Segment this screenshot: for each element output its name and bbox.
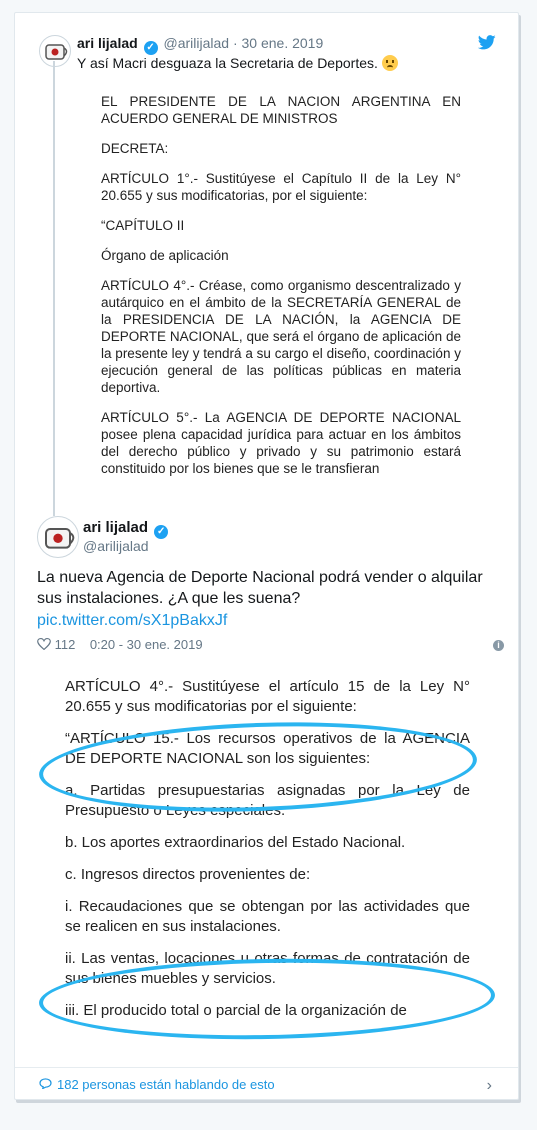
tweet-timestamp[interactable]: 0:20 - 30 ene. 2019 bbox=[90, 637, 203, 652]
thread-line bbox=[53, 61, 55, 516]
doc-paragraph: ARTÍCULO 4°.- Sustitúyese el artículo 15… bbox=[65, 678, 470, 715]
twitter-bird-icon[interactable] bbox=[478, 35, 496, 50]
doc-paragraph: ARTÍCULO 5°.- La AGENCIA DE DEPORTE NACI… bbox=[101, 410, 461, 476]
quoted-text: Y así Macri desguaza la Secretaria de De… bbox=[77, 55, 378, 71]
verified-badge-icon: ✓ bbox=[143, 41, 158, 55]
doc-paragraph: b. Los aportes extraordinarios del Estad… bbox=[65, 834, 406, 851]
verified-badge-icon: ✓ bbox=[154, 525, 169, 539]
doc-paragraph: Órgano de aplicación bbox=[101, 248, 229, 263]
author-name-row[interactable]: ari lijalad ✓ bbox=[83, 519, 170, 539]
talking-count-link[interactable]: 182 personas están hablando de esto bbox=[57, 1077, 275, 1092]
info-icon[interactable]: i bbox=[493, 640, 504, 651]
doc-paragraph: i. Recaudaciones que se obtengan por las… bbox=[65, 898, 470, 935]
doc-paragraph: “CAPÍTULO II bbox=[101, 218, 185, 233]
quoted-document-image[interactable]: EL PRESIDENTE DE LA NACION ARGENTINA EN … bbox=[101, 93, 461, 503]
conversation-footer[interactable]: 182 personas están hablando de esto › bbox=[15, 1067, 518, 1100]
quoted-tweet-text: Y así Macri desguaza la Secretaria de De… bbox=[77, 55, 398, 71]
quoted-date[interactable]: · 30 ene. 2019 bbox=[233, 35, 323, 51]
doc-paragraph: EL PRESIDENTE DE LA NACION ARGENTINA EN … bbox=[101, 94, 461, 126]
like-count[interactable]: 112 bbox=[55, 637, 76, 652]
doc-paragraph: c. Ingresos directos provenientes de: bbox=[65, 866, 311, 883]
author-handle[interactable]: @arilijalad bbox=[83, 538, 149, 554]
tweet-text: La nueva Agencia de Deporte Nacional pod… bbox=[37, 569, 483, 607]
disappointed-face-icon bbox=[381, 55, 398, 71]
author-name[interactable]: ari lijalad bbox=[83, 519, 148, 536]
chevron-right-icon[interactable]: › bbox=[487, 1077, 492, 1095]
quoted-handle[interactable]: @arilijalad bbox=[163, 35, 229, 51]
quoted-header: ari lijalad ✓ @arilijalad · 30 ene. 2019 bbox=[77, 35, 323, 55]
speech-bubble-icon bbox=[39, 1078, 52, 1089]
quoted-name[interactable]: ari lijalad bbox=[77, 35, 138, 51]
tweet-media-link[interactable]: pic.twitter.com/sX1pBakxJf bbox=[37, 612, 227, 630]
doc-paragraph: DECRETA: bbox=[101, 141, 169, 156]
tweet-meta: 112 0:20 - 30 ene. 2019 bbox=[37, 637, 203, 652]
quoted-avatar[interactable] bbox=[39, 35, 71, 67]
heart-icon[interactable] bbox=[37, 638, 51, 650]
tweet-embed-card: ari lijalad ✓ @arilijalad · 30 ene. 2019… bbox=[14, 12, 519, 1100]
author-avatar[interactable] bbox=[37, 516, 79, 558]
doc-paragraph: ARTÍCULO 4°.- Créase, como organismo des… bbox=[101, 278, 461, 395]
doc-paragraph: ARTÍCULO 1°.- Sustitúyese el Capítulo II… bbox=[101, 171, 461, 203]
